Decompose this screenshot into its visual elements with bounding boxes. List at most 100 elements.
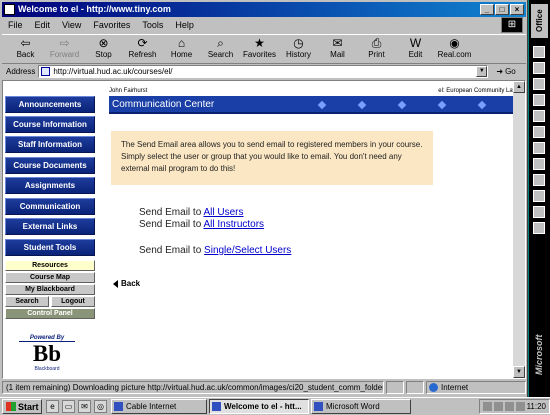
zone-label: Internet <box>441 383 469 392</box>
toolbar-home-button[interactable]: ⌂ Home <box>162 35 201 64</box>
start-button[interactable]: Start <box>2 399 42 414</box>
office-app-icon[interactable] <box>533 46 545 58</box>
back-arrow-icon: ⇦ <box>20 36 31 50</box>
toolbar-favorites-button[interactable]: ★ Favorites <box>240 35 279 64</box>
scroll-up-button[interactable]: ▲ <box>513 81 525 93</box>
system-tray: 11:20 <box>478 399 550 414</box>
nav-resources[interactable]: Resources <box>5 260 95 271</box>
toolbar-search-button[interactable]: ⌕ Search <box>201 35 240 64</box>
toolbar-label: Stop <box>95 50 112 59</box>
back-link[interactable]: Back <box>113 279 140 288</box>
task-cable-internet[interactable]: Cable Internet <box>111 399 207 414</box>
bb-wordmark: Bb <box>32 341 62 366</box>
quicklaunch-desktop-icon[interactable]: ▭ <box>62 400 75 413</box>
office-app-icon[interactable] <box>533 206 545 218</box>
blackboard-logo[interactable]: Powered By Bb Blackboard <box>19 335 75 375</box>
course-name: el: European Community Law <box>438 88 517 94</box>
all-instructors-link[interactable]: All Instructors <box>203 219 264 230</box>
nav-external-links[interactable]: External Links <box>5 218 95 235</box>
office-app-icon[interactable] <box>533 174 545 186</box>
task-microsoft-word[interactable]: Microsoft Word <box>311 399 411 414</box>
window-controls: _ □ × <box>480 4 524 15</box>
task-label: Cable Internet <box>126 402 177 411</box>
toolbar-print-button[interactable]: ⎙ Print <box>357 35 396 64</box>
nav-communication[interactable]: Communication <box>5 198 95 215</box>
menu-tools[interactable]: Tools <box>142 20 163 30</box>
nav-staff-information[interactable]: Staff Information <box>5 136 95 153</box>
quick-launch: e ▭ ✉ ◎ <box>46 400 107 413</box>
quicklaunch-ie-icon[interactable]: e <box>46 400 59 413</box>
nav-my-blackboard[interactable]: My Blackboard <box>5 284 95 295</box>
menu-favorites[interactable]: Favorites <box>93 20 130 30</box>
office-app-icon[interactable] <box>533 78 545 90</box>
toolbar-back-button[interactable]: ⇦ Back <box>6 35 45 64</box>
toolbar-label: Refresh <box>128 50 157 59</box>
task-app-icon <box>212 402 221 411</box>
minimize-button[interactable]: _ <box>480 4 494 15</box>
decor-diamond-icon <box>397 100 407 110</box>
office-app-icon[interactable] <box>533 126 545 138</box>
office-app-icon[interactable] <box>533 158 545 170</box>
standard-toolbar: ⇦ Back ⇨ Forward ⊗ Stop ⟳ Refresh ⌂ Home ⌕ Search ★ F… <box>2 34 526 64</box>
internet-globe-icon <box>429 383 438 392</box>
menu-view[interactable]: View <box>62 20 81 30</box>
nav-search[interactable]: Search <box>5 296 49 307</box>
address-input[interactable]: http://virtual.hud.ac.uk/courses/el/ ▼ <box>38 65 489 78</box>
toolbar-label: Edit <box>408 50 423 59</box>
tray-icon[interactable] <box>515 402 525 411</box>
toolbar-mail-button[interactable]: ✉ Mail <box>318 35 357 64</box>
tray-icon[interactable] <box>493 402 503 411</box>
task-welcome-el[interactable]: Welcome to el - htt... <box>209 399 309 414</box>
office-bar-title[interactable]: Office <box>531 4 548 38</box>
vertical-scrollbar[interactable]: ▲ ▼ <box>513 81 525 378</box>
office-shortcut-bar: Office Microsoft <box>529 0 550 397</box>
toolbar-real-com-button[interactable]: ◉ Real.com <box>435 35 474 64</box>
address-dropdown-button[interactable]: ▼ <box>476 66 488 77</box>
task-app-icon <box>114 402 123 411</box>
menu-help[interactable]: Help <box>175 20 194 30</box>
toolbar-edit-button[interactable]: W Edit <box>396 35 435 64</box>
office-app-icon[interactable] <box>533 142 545 154</box>
office-app-icon[interactable] <box>533 110 545 122</box>
nav-student-tools[interactable]: Student Tools <box>5 239 95 256</box>
toolbar-stop-button[interactable]: ⊗ Stop <box>84 35 123 64</box>
go-button[interactable]: ➜ Go <box>496 67 515 76</box>
send-prefix: Send Email to <box>139 207 204 218</box>
toolbar-label: Real.com <box>437 50 472 59</box>
toolbar-refresh-button[interactable]: ⟳ Refresh <box>123 35 162 64</box>
scroll-down-button[interactable]: ▼ <box>513 366 525 378</box>
close-button[interactable]: × <box>510 4 524 15</box>
menu-file[interactable]: File <box>8 20 23 30</box>
nav-control-panel[interactable]: Control Panel <box>5 308 95 319</box>
decor-diamond-icon <box>477 100 487 110</box>
nav-announcements[interactable]: Announcements <box>5 96 95 113</box>
single-select-users-link[interactable]: Single/Select Users <box>204 245 291 256</box>
toolbar-history-button[interactable]: ◷ History <box>279 35 318 64</box>
course-nav: Announcements Course Information Staff I… <box>3 81 107 378</box>
page-icon <box>41 67 51 76</box>
office-app-icon[interactable] <box>533 94 545 106</box>
quicklaunch-outlook-icon[interactable]: ✉ <box>78 400 91 413</box>
quicklaunch-channels-icon[interactable]: ◎ <box>94 400 107 413</box>
tray-icon[interactable] <box>482 402 492 411</box>
status-segment <box>406 381 424 394</box>
nav-course-information[interactable]: Course Information <box>5 116 95 133</box>
send-all-instructors-row: Send Email to All Instructors <box>139 219 264 230</box>
office-app-icon[interactable] <box>533 62 545 74</box>
all-users-link[interactable]: All Users <box>203 207 243 218</box>
nav-logout[interactable]: Logout <box>51 296 95 307</box>
nav-course-documents[interactable]: Course Documents <box>5 157 95 174</box>
menu-edit[interactable]: Edit <box>35 20 51 30</box>
toolbar-forward-button[interactable]: ⇨ Forward <box>45 35 84 64</box>
toolbar-label: History <box>286 50 311 59</box>
nav-course-map[interactable]: Course Map <box>5 272 95 283</box>
nav-assignments[interactable]: Assignments <box>5 177 95 194</box>
office-app-icon[interactable] <box>533 190 545 202</box>
maximize-button[interactable]: □ <box>495 4 509 15</box>
decor-diamond-icon <box>357 100 367 110</box>
office-app-icon[interactable] <box>533 222 545 234</box>
tray-icon[interactable] <box>504 402 514 411</box>
toolbar-label: Search <box>207 50 234 59</box>
toolbar-label: Back <box>16 50 35 59</box>
title-bar[interactable]: Welcome to el - http://www.tiny.com _ □ … <box>2 2 526 17</box>
